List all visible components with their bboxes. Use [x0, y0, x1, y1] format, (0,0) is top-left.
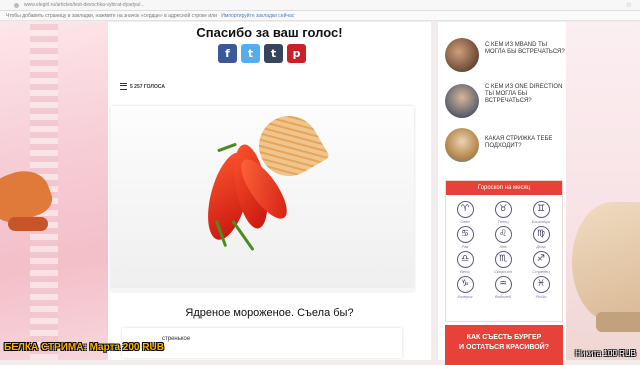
zodiac-name: Весы: [460, 269, 470, 274]
zodiac-name: Скорпион: [493, 269, 513, 274]
zodiac-sign[interactable]: ♓ Рыбы: [522, 276, 560, 299]
zodiac-icon: ♐: [532, 251, 550, 268]
promo-line-2: И ОСТАТЬСЯ КРАСИВОЙ?: [459, 344, 549, 351]
zodiac-icon: ♑: [456, 276, 474, 293]
horoscope-title: Гороскоп на месяц: [446, 181, 562, 195]
pinterest-share-button[interactable]: p: [287, 44, 306, 63]
zodiac-sign[interactable]: ♉ Телец: [484, 201, 522, 224]
promo-banner[interactable]: КАК СЪЕСТЬ БУРГЕР И ОСТАТЬСЯ КРАСИВОЙ?: [445, 325, 563, 365]
answer-caption: Ядреное мороженое. Съела бы?: [185, 307, 354, 319]
rec-title[interactable]: С кем из ONE DIRECTION ты могла бы встре…: [485, 84, 565, 105]
pepper-icecream-photo: [111, 106, 414, 288]
zodiac-sign[interactable]: ♌ Лев: [484, 226, 522, 249]
zodiac-sign[interactable]: ♋ Рак: [446, 226, 484, 249]
zodiac-sign[interactable]: ♏ Скорпион: [484, 251, 522, 274]
background-shoe-strap: [8, 217, 48, 231]
zodiac-icon: ♉: [494, 201, 512, 218]
zodiac-name: Телец: [497, 219, 509, 224]
vote-thanks-title: Спасибо за ваш голос!: [196, 25, 343, 40]
next-answer-card[interactable]: стренькое: [122, 328, 402, 358]
zodiac-name: Стрелец: [532, 269, 550, 274]
stream-donation-credit: Никита 100 RUB: [575, 349, 636, 358]
tumblr-share-button[interactable]: t: [264, 44, 283, 63]
zodiac-icon: ♏: [494, 251, 512, 268]
promo-line-1: КАК СЪЕСТЬ БУРГЕР: [466, 334, 542, 341]
zodiac-icon: ♌: [494, 226, 512, 243]
zodiac-name: Лев: [499, 244, 507, 249]
site-info-icon[interactable]: [14, 3, 19, 8]
rec-title[interactable]: Какая стрижка тебе подходит?: [485, 136, 565, 150]
sidebar-rec-one-direction[interactable]: С кем из ONE DIRECTION ты могла бы встре…: [445, 82, 563, 118]
horoscope-widget: Гороскоп на месяц ♈ Овен ♉ Телец ♊ Близнецы ♋ Р…: [445, 180, 563, 322]
rec-thumbnail: [445, 38, 479, 72]
sidebar-rec-mband[interactable]: С кем из MBAND ты могла бы встречаться?: [445, 36, 565, 72]
votes-count: 5 257 ГОЛОСА: [130, 83, 165, 90]
pepper-stem: [217, 142, 237, 153]
zodiac-name: Овен: [460, 219, 470, 224]
rec-thumbnail: [445, 128, 479, 162]
zodiac-name: Дева: [536, 244, 546, 249]
article-column: Спасибо за ваш голос! f t t p 5 257 ГОЛО…: [108, 22, 431, 360]
zodiac-sign[interactable]: ♈ Овен: [446, 201, 484, 224]
zodiac-sign[interactable]: ♑ Козерог: [446, 276, 484, 299]
zodiac-name: Рак: [461, 244, 469, 249]
zodiac-sign[interactable]: ♒ Водолей: [484, 276, 522, 299]
bookmark-bar: Чтобы добавить страницу в закладки, нажм…: [0, 11, 640, 21]
next-answer-text: стренькое: [162, 336, 191, 342]
sidebar: С кем из MBAND ты могла бы встречаться? …: [438, 22, 566, 365]
zodiac-icon: ♍: [532, 226, 550, 243]
zodiac-icon: ♋: [456, 226, 474, 243]
zodiac-name: Козерог: [457, 294, 473, 299]
twitter-share-button[interactable]: t: [241, 44, 260, 63]
page-background-left: [0, 22, 108, 360]
zodiac-sign[interactable]: ♎ Весы: [446, 251, 484, 274]
zodiac-name: Водолей: [495, 294, 511, 299]
quiz-answer-card[interactable]: [111, 106, 414, 291]
rec-title[interactable]: С кем из MBAND ты могла бы встречаться?: [485, 42, 565, 56]
sidebar-rec-haircut[interactable]: Какая стрижка тебе подходит?: [445, 126, 563, 162]
bookmark-star-icon[interactable]: ☆: [626, 1, 632, 9]
zodiac-icon: ♎: [456, 251, 474, 268]
zodiac-sign[interactable]: ♍ Дева: [522, 226, 560, 249]
zodiac-icon: ♈: [456, 201, 474, 218]
share-buttons: f t t p: [218, 44, 306, 63]
background-shoe-sole: [596, 312, 640, 332]
url-text[interactable]: www.elegirl.ru/articles/test-devochka-vy…: [24, 2, 145, 8]
zodiac-sign[interactable]: ♊ Близнецы: [522, 201, 560, 224]
background-shoe-image: [572, 202, 640, 322]
address-bar[interactable]: www.elegirl.ru/articles/test-devochka-vy…: [0, 0, 640, 11]
stream-donation-banner: БЕЛКА СТРИМА: Марта 200 RUB: [4, 342, 164, 353]
zodiac-grid: ♈ Овен ♉ Телец ♊ Близнецы ♋ Рак ♌ Лев ♍ Дева ♎ Весы ♏ С…: [446, 201, 562, 299]
zodiac-name: Рыбы: [535, 294, 547, 299]
bookmark-hint: Чтобы добавить страницу в закладки, нажм…: [6, 13, 217, 19]
import-bookmarks-link[interactable]: Импортируйте закладки сейчас: [221, 13, 294, 19]
facebook-share-button[interactable]: f: [218, 44, 237, 63]
rec-thumbnail: [445, 84, 479, 118]
page-background-right: [566, 22, 640, 360]
zodiac-icon: ♊: [532, 201, 550, 218]
votes-counter: 5 257 ГОЛОСА: [120, 83, 165, 90]
zodiac-sign[interactable]: ♐ Стрелец: [522, 251, 560, 274]
zodiac-icon: ♓: [532, 276, 550, 293]
list-icon: [120, 83, 127, 90]
zodiac-icon: ♒: [494, 276, 512, 293]
zodiac-name: Близнецы: [531, 219, 551, 224]
